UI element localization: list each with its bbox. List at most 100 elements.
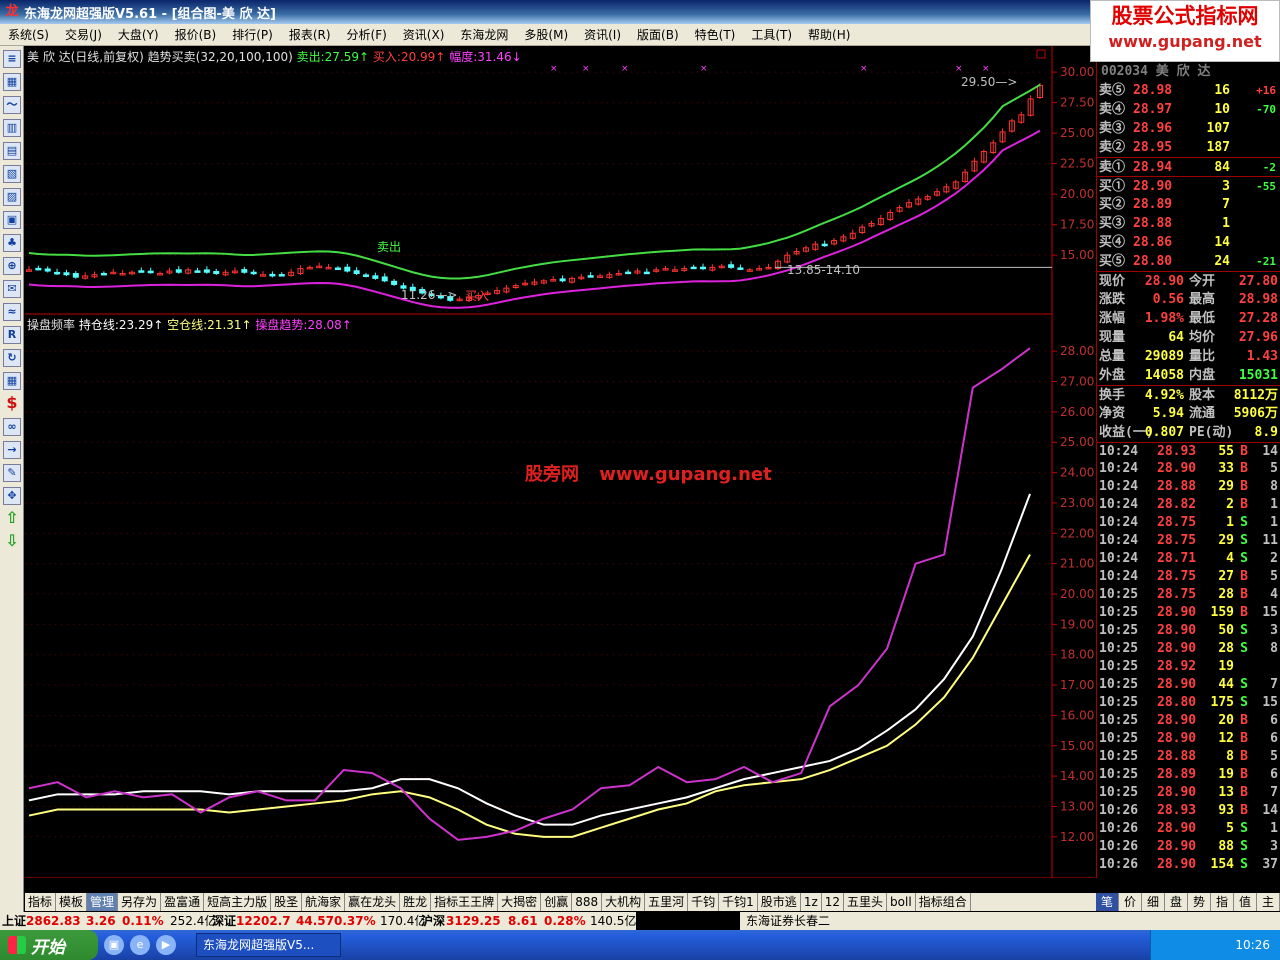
menu-item-12[interactable]: 特色(T) bbox=[687, 26, 744, 43]
table-icon[interactable]: ▤ bbox=[3, 142, 21, 160]
candle[interactable] bbox=[821, 243, 828, 247]
kline-icon[interactable]: ▥ bbox=[3, 119, 21, 137]
menu-item-14[interactable]: 帮助(H) bbox=[800, 26, 858, 43]
tab-0[interactable]: 指标 bbox=[25, 893, 57, 911]
candle[interactable] bbox=[363, 274, 369, 277]
zoom-icon[interactable]: ⊕ bbox=[3, 257, 21, 275]
menu-item-7[interactable]: 资讯(X) bbox=[395, 26, 453, 43]
ie-icon[interactable]: e bbox=[130, 935, 150, 955]
candle[interactable] bbox=[241, 269, 248, 273]
tab-15[interactable]: 五里河 bbox=[645, 893, 689, 911]
quote-tab-0[interactable]: 笔 bbox=[1096, 893, 1119, 911]
candle[interactable] bbox=[334, 267, 341, 271]
candle[interactable] bbox=[381, 276, 388, 282]
quote-tab-3[interactable]: 盘 bbox=[1165, 893, 1188, 911]
candle[interactable] bbox=[175, 269, 182, 273]
menu-item-8[interactable]: 东海龙网 bbox=[452, 26, 516, 43]
link-icon[interactable]: ∞ bbox=[3, 418, 21, 436]
tab-14[interactable]: 大机构 bbox=[602, 893, 646, 911]
quote-tab-2[interactable]: 细 bbox=[1142, 893, 1165, 911]
quote-tab-7[interactable]: 主 bbox=[1257, 893, 1280, 911]
candle[interactable] bbox=[100, 272, 107, 276]
candle[interactable] bbox=[213, 270, 220, 274]
candle[interactable] bbox=[269, 273, 276, 277]
tab-11[interactable]: 大揭密 bbox=[498, 893, 542, 911]
down-arrow-icon[interactable]: ⇩ bbox=[3, 533, 21, 551]
quote-tab-4[interactable]: 势 bbox=[1188, 893, 1211, 911]
media-icon[interactable]: ▶ bbox=[156, 935, 176, 955]
tab-20[interactable]: 12 bbox=[822, 893, 845, 911]
tab-18[interactable]: 股市逃 bbox=[758, 893, 801, 911]
tab-5[interactable]: 短高主力版 bbox=[204, 893, 272, 911]
desktop-icon[interactable]: ▣ bbox=[104, 935, 124, 955]
menu-item-3[interactable]: 报价(B) bbox=[167, 26, 225, 43]
tab-4[interactable]: 盈富通 bbox=[161, 893, 205, 911]
tab-8[interactable]: 赢在龙头 bbox=[345, 893, 401, 911]
tab-22[interactable]: boll bbox=[887, 893, 916, 911]
candle[interactable] bbox=[643, 271, 650, 275]
tab-10[interactable]: 指标王王牌 bbox=[431, 893, 499, 911]
tab-19[interactable]: 1z bbox=[801, 893, 822, 911]
candle[interactable] bbox=[138, 270, 145, 273]
candle[interactable] bbox=[72, 273, 79, 278]
tab-17[interactable]: 千钧1 bbox=[719, 893, 758, 911]
move-icon[interactable]: ✥ bbox=[3, 487, 21, 505]
tab-6[interactable]: 股圣 bbox=[271, 893, 303, 911]
tab-3[interactable]: 另存为 bbox=[118, 893, 162, 911]
menu-item-10[interactable]: 资讯(I) bbox=[576, 26, 629, 43]
candle[interactable] bbox=[700, 266, 706, 270]
menu-item-1[interactable]: 交易(J) bbox=[57, 26, 110, 43]
grid-icon[interactable]: ▦ bbox=[3, 73, 21, 91]
quote-tab-6[interactable]: 值 bbox=[1234, 893, 1257, 911]
menu-item-11[interactable]: 版面(B) bbox=[629, 26, 687, 43]
tab-1[interactable]: 模板 bbox=[56, 893, 88, 911]
up-arrow-icon[interactable]: ⇧ bbox=[3, 510, 21, 528]
tab-16[interactable]: 千钧 bbox=[688, 893, 720, 911]
dollar-icon[interactable]: $ bbox=[3, 395, 21, 413]
quote-tab-5[interactable]: 指 bbox=[1211, 893, 1234, 911]
pencil-icon[interactable]: ✎ bbox=[3, 464, 21, 482]
candle[interactable] bbox=[344, 266, 351, 272]
candle[interactable] bbox=[391, 280, 398, 285]
tab-2[interactable]: 管理 bbox=[87, 893, 119, 911]
candle[interactable] bbox=[372, 275, 379, 279]
taskbar-item-app[interactable]: 东海龙网超强版V5... bbox=[196, 933, 341, 957]
folder-icon[interactable]: ▣ bbox=[3, 211, 21, 229]
candle[interactable] bbox=[559, 278, 566, 282]
tab-23[interactable]: 指标组合 bbox=[916, 893, 971, 911]
candle[interactable] bbox=[63, 272, 70, 276]
group-icon[interactable]: ♣ bbox=[3, 234, 21, 252]
candle[interactable] bbox=[353, 270, 360, 274]
menu-item-5[interactable]: 报表(R) bbox=[281, 26, 339, 43]
refresh-icon[interactable]: ↻ bbox=[3, 349, 21, 367]
line-chart-icon[interactable]: 〜 bbox=[3, 96, 21, 114]
candle[interactable] bbox=[690, 266, 697, 270]
report-icon[interactable]: ▧ bbox=[3, 165, 21, 183]
start-button[interactable]: 开始 bbox=[0, 930, 98, 960]
menu-item-13[interactable]: 工具(T) bbox=[743, 26, 800, 43]
candle[interactable] bbox=[194, 270, 201, 273]
calc-icon[interactable]: ▦ bbox=[3, 372, 21, 390]
mail-icon[interactable]: ✉ bbox=[3, 280, 21, 298]
candle[interactable] bbox=[250, 271, 257, 275]
menu-item-6[interactable]: 分析(F) bbox=[339, 26, 395, 43]
menu-item-0[interactable]: 系统(S) bbox=[0, 26, 57, 43]
rsi-icon[interactable]: R bbox=[3, 326, 21, 344]
menu-item-4[interactable]: 排行(P) bbox=[224, 26, 281, 43]
list-icon[interactable]: ≡ bbox=[3, 50, 21, 68]
candle[interactable] bbox=[54, 271, 61, 275]
wave-icon[interactable]: ≈ bbox=[3, 303, 21, 321]
tab-12[interactable]: 创赢 bbox=[541, 893, 573, 911]
tab-13[interactable]: 888 bbox=[572, 893, 603, 911]
candle[interactable] bbox=[35, 267, 42, 271]
export-icon[interactable]: → bbox=[3, 441, 21, 459]
tab-9[interactable]: 胜龙 bbox=[400, 893, 432, 911]
tab-21[interactable]: 五里头 bbox=[844, 893, 888, 911]
menu-item-2[interactable]: 大盘(Y) bbox=[110, 26, 167, 43]
candle[interactable] bbox=[728, 264, 735, 268]
candle[interactable] bbox=[203, 269, 210, 273]
quote-tab-1[interactable]: 价 bbox=[1119, 893, 1142, 911]
candle[interactable] bbox=[737, 267, 744, 270]
candle[interactable] bbox=[625, 271, 632, 275]
menu-item-9[interactable]: 多股(M) bbox=[516, 26, 576, 43]
